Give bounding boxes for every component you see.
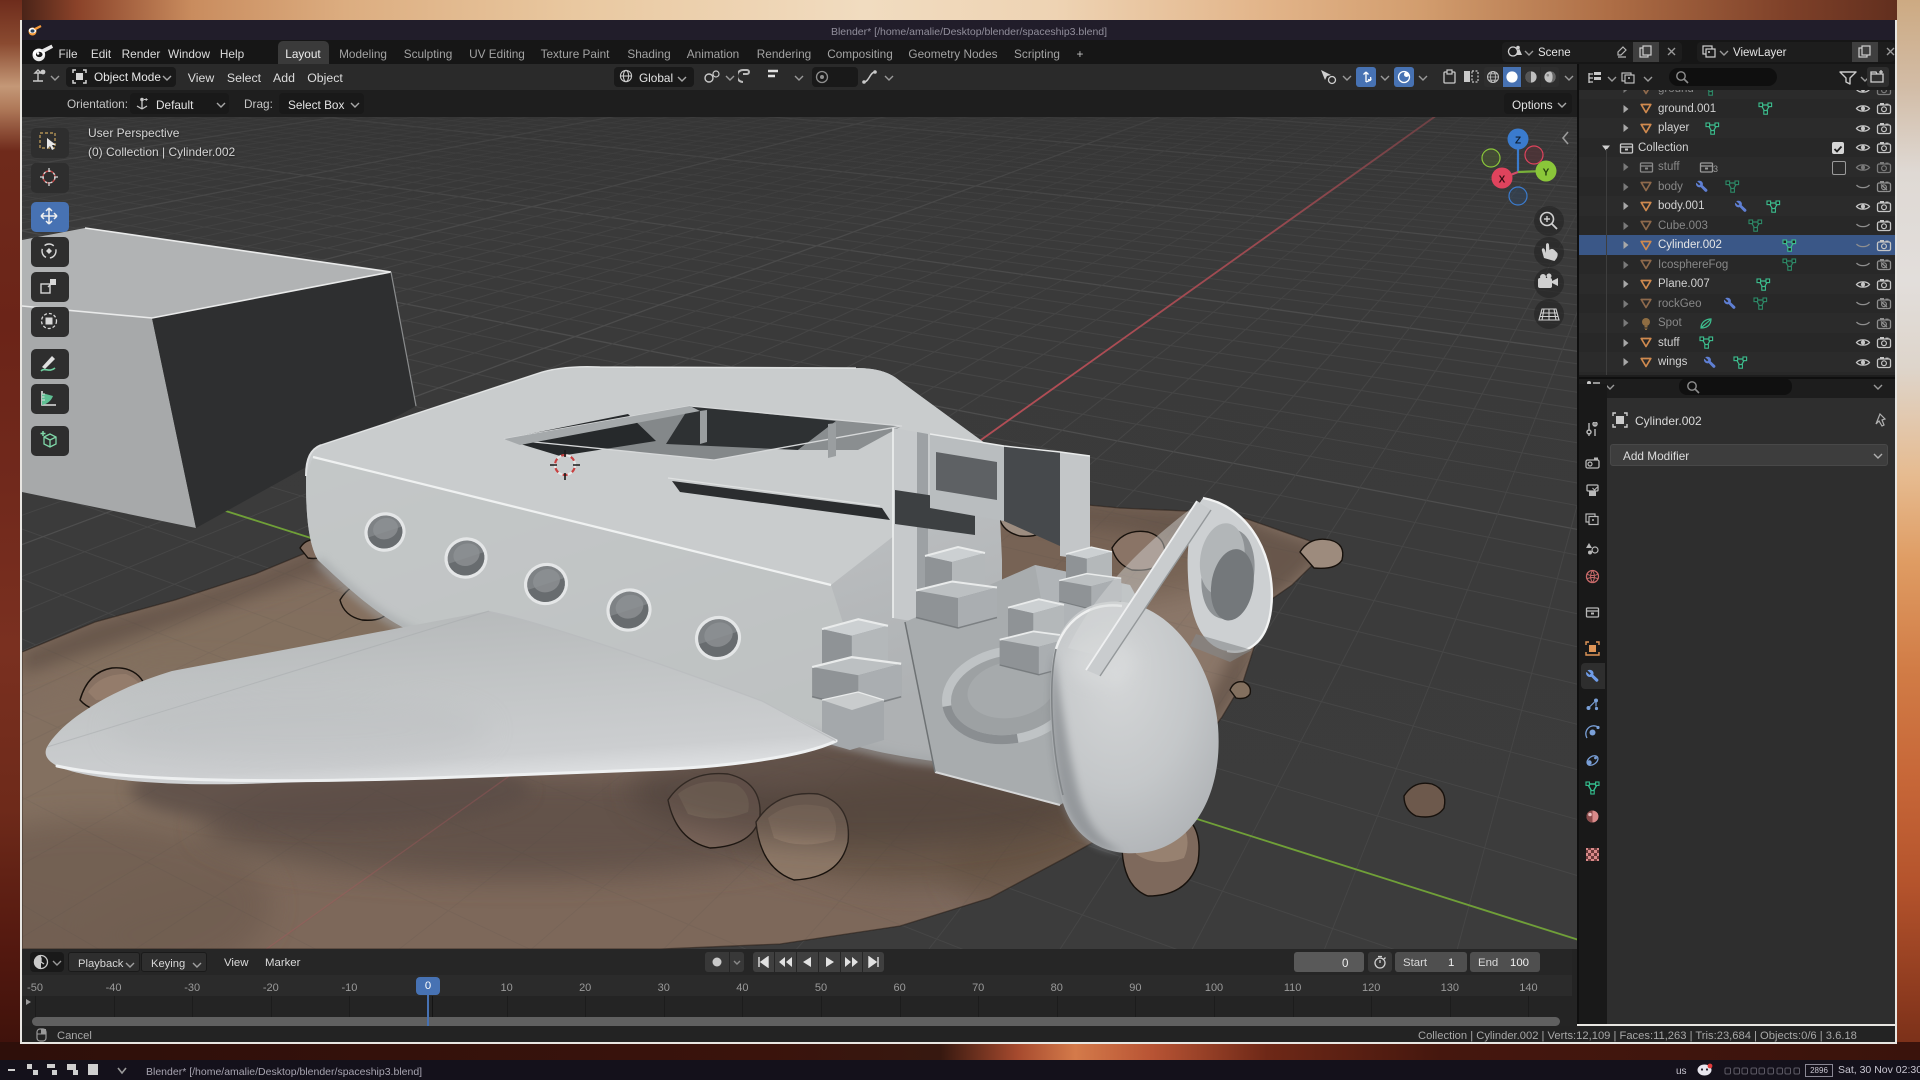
svg-text:X: X	[1499, 175, 1506, 186]
svg-text:Y: Y	[1543, 168, 1550, 179]
svg-text:Z: Z	[1515, 136, 1521, 147]
